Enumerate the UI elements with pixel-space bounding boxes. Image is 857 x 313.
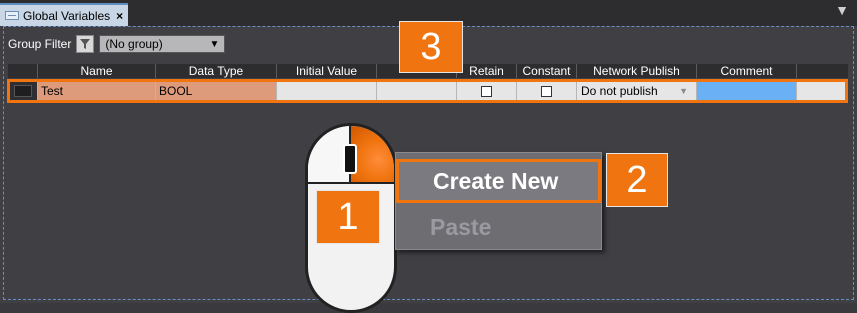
row-handle[interactable] xyxy=(8,81,38,101)
header-extra xyxy=(797,64,848,78)
retain-checkbox[interactable] xyxy=(481,85,492,97)
menu-item-paste[interactable]: Paste xyxy=(396,205,601,249)
group-filter-bar: Group Filter (No group) ▼ xyxy=(8,34,226,54)
row-handle-icon xyxy=(13,85,32,97)
callout-2: 2 xyxy=(607,154,667,206)
cell-extra xyxy=(797,81,848,101)
cell-comment[interactable] xyxy=(697,81,797,101)
table-icon xyxy=(5,11,19,20)
menu-item-create-new[interactable]: Create New xyxy=(396,159,601,203)
global-variables-editor: Group Filter (No group) ▼ Name Data Type… xyxy=(0,22,857,313)
header-handle xyxy=(8,64,38,78)
header-initial-value[interactable]: Initial Value xyxy=(277,64,377,78)
chevron-down-icon: ▼ xyxy=(209,38,220,50)
group-filter-value: (No group) xyxy=(105,37,163,51)
tab-label: Global Variables xyxy=(23,8,111,23)
header-name[interactable]: Name xyxy=(38,64,156,78)
header-constant[interactable]: Constant xyxy=(517,64,577,78)
header-data-type[interactable]: Data Type xyxy=(156,64,277,78)
tab-global-variables[interactable]: Global Variables × xyxy=(0,3,128,26)
window-dropdown-icon[interactable]: ▼ xyxy=(835,2,849,18)
context-menu: Create New Paste xyxy=(395,152,602,250)
group-filter-select[interactable]: (No group) ▼ xyxy=(99,35,226,53)
group-filter-label: Group Filter xyxy=(8,37,72,51)
callout-3: 3 xyxy=(400,22,462,72)
header-comment[interactable]: Comment xyxy=(697,64,797,78)
chevron-down-icon: ▼ xyxy=(679,86,688,96)
cell-name[interactable]: Test xyxy=(38,81,156,101)
table-row[interactable]: Test BOOL Do not publish ▼ xyxy=(8,81,848,101)
callout-1: 1 xyxy=(317,191,379,243)
mouse-wheel xyxy=(343,144,357,174)
cell-constant xyxy=(517,81,577,101)
close-tab-icon[interactable]: × xyxy=(116,9,123,23)
network-publish-select[interactable]: Do not publish ▼ xyxy=(577,81,697,101)
filter-button[interactable] xyxy=(76,35,95,53)
header-retain[interactable]: Retain xyxy=(457,64,517,78)
header-network-publish[interactable]: Network Publish xyxy=(577,64,697,78)
funnel-icon xyxy=(80,39,91,49)
cell-initial-value[interactable] xyxy=(277,81,377,101)
cell-retain xyxy=(457,81,517,101)
cell-data-type[interactable]: BOOL xyxy=(156,81,277,101)
mouse-right-button xyxy=(351,126,394,184)
constant-checkbox[interactable] xyxy=(541,85,552,97)
cell-at[interactable] xyxy=(377,81,457,101)
network-publish-value: Do not publish xyxy=(581,84,658,98)
